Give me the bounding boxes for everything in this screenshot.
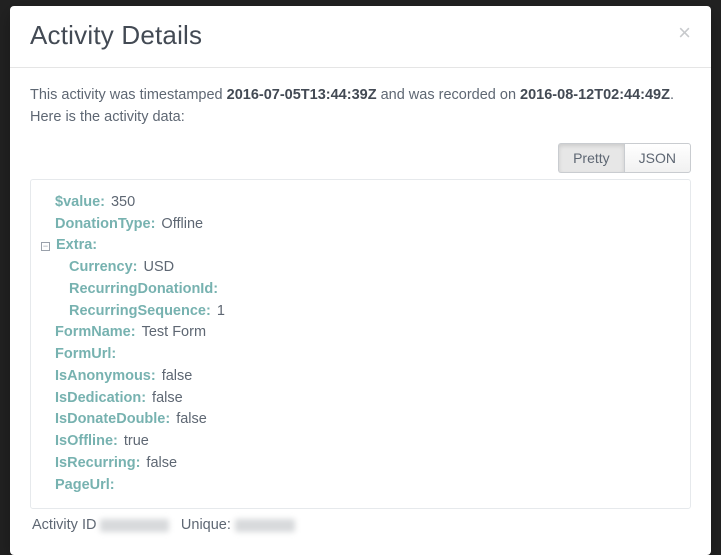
activity-id-label: Activity ID — [32, 517, 100, 533]
timestamp-value: 2016-07-05T13:44:39Z — [227, 87, 377, 103]
row-is-donate-double: IsDonateDouble: false — [55, 409, 676, 431]
row-value: $value: 350 — [55, 192, 676, 214]
row-recurring-sequence: RecurringSequence: 1 — [69, 301, 676, 323]
row-extra-header: − Extra: — [41, 235, 676, 257]
unique-label: Unique: — [181, 517, 235, 533]
val: 1 — [217, 301, 225, 323]
intro-line2: Here is the activity data: — [30, 109, 185, 125]
activity-id-value: 00000 — [100, 519, 168, 532]
val: false — [162, 366, 193, 388]
key: RecurringDonationId: — [69, 279, 218, 301]
modal-title: Activity Details — [30, 20, 691, 51]
key: IsOffline: — [55, 431, 118, 453]
row-is-recurring: IsRecurring: false — [55, 453, 676, 475]
row-form-name: FormName: Test Form — [55, 322, 676, 344]
row-is-dedication: IsDedication: false — [55, 388, 676, 410]
activity-data-panel: $value: 350 DonationType: Offline − Extr… — [30, 179, 691, 510]
id-footer: Activity ID 00000 Unique: 0000 — [30, 509, 691, 545]
row-is-offline: IsOffline: true — [55, 431, 676, 453]
collapse-icon[interactable]: − — [41, 242, 50, 251]
modal-body: This activity was timestamped 2016-07-05… — [10, 68, 711, 555]
val: USD — [144, 257, 175, 279]
key: PageUrl: — [55, 475, 115, 497]
row-page-url: PageUrl: — [55, 475, 676, 497]
row-donation-type: DonationType: Offline — [55, 214, 676, 236]
val: false — [146, 453, 177, 475]
row-recurring-donation-id: RecurringDonationId: — [69, 279, 676, 301]
key: IsRecurring: — [55, 453, 140, 475]
view-pretty-button[interactable]: Pretty — [558, 143, 624, 173]
recorded-value: 2016-08-12T02:44:49Z — [520, 87, 670, 103]
view-toggle: Pretty JSON — [30, 143, 691, 173]
activity-details-modal: Activity Details × This activity was tim… — [10, 6, 711, 555]
row-form-url: FormUrl: — [55, 344, 676, 366]
view-json-button[interactable]: JSON — [624, 143, 691, 173]
row-is-anonymous: IsAnonymous: false — [55, 366, 676, 388]
val: false — [176, 409, 207, 431]
extra-nested: Currency: USD RecurringDonationId: Recur… — [55, 257, 676, 322]
val: true — [124, 431, 149, 453]
key: FormUrl: — [55, 344, 116, 366]
key: IsAnonymous: — [55, 366, 156, 388]
val: 350 — [111, 192, 135, 214]
key: IsDonateDouble: — [55, 409, 170, 431]
intro-suffix-period: . — [670, 87, 674, 103]
val: Test Form — [142, 322, 206, 344]
intro-mid: and was recorded on — [377, 87, 520, 103]
key: Currency: — [69, 257, 138, 279]
key: FormName: — [55, 322, 136, 344]
intro-text: This activity was timestamped 2016-07-05… — [30, 84, 691, 129]
key: $value: — [55, 192, 105, 214]
key: IsDedication: — [55, 388, 146, 410]
key: RecurringSequence: — [69, 301, 211, 323]
row-currency: Currency: USD — [69, 257, 676, 279]
val: false — [152, 388, 183, 410]
key: DonationType: — [55, 214, 155, 236]
val: Offline — [161, 214, 203, 236]
intro-prefix: This activity was timestamped — [30, 87, 227, 103]
unique-value: 0000 — [235, 519, 295, 532]
key: Extra: — [56, 235, 97, 257]
modal-header: Activity Details × — [10, 6, 711, 68]
close-icon[interactable]: × — [674, 18, 695, 48]
